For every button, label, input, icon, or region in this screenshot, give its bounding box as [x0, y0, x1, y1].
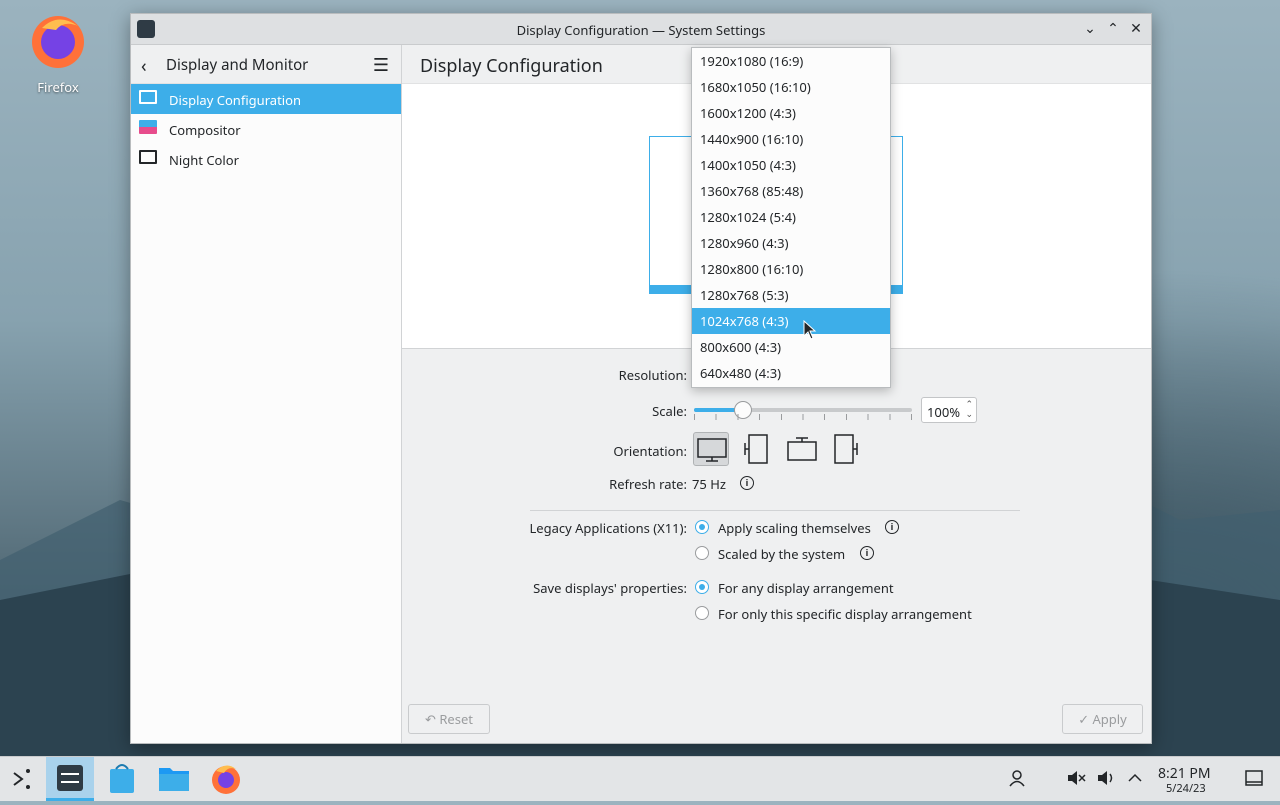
resolution-option[interactable]: 1600x1200 (4:3)	[692, 100, 890, 126]
audio-muted-icon[interactable]	[1066, 769, 1086, 792]
page-title: Display Configuration	[420, 54, 603, 78]
taskbar-discover[interactable]	[98, 757, 146, 801]
legacy-apps-label: Legacy Applications (X11):	[529, 519, 687, 537]
save-option-label: For any display arrangement	[718, 579, 894, 597]
user-icon[interactable]	[1008, 769, 1026, 792]
taskbar	[0, 756, 1280, 801]
window-title: Display Configuration — System Settings	[516, 21, 766, 39]
resolution-option[interactable]: 1440x900 (16:10)	[692, 126, 890, 152]
sidebar: ‹ Display and Monitor ☰ Display Configur…	[131, 45, 402, 743]
scale-label: Scale:	[652, 402, 687, 420]
reset-label: Reset	[439, 710, 473, 728]
refresh-info-icon[interactable]: i	[740, 476, 754, 490]
resolution-option[interactable]: 1680x1050 (16:10)	[692, 74, 890, 100]
firefox-icon	[32, 16, 84, 68]
resolution-label: Resolution:	[618, 366, 687, 384]
launcher-icon	[13, 769, 30, 789]
compositor-icon	[139, 120, 157, 134]
desktop-firefox-shortcut[interactable]: Firefox	[22, 10, 94, 96]
scale-slider-ticks	[694, 414, 912, 420]
save-any-arrangement-radio[interactable]	[695, 580, 709, 594]
system-settings-icon	[57, 765, 83, 791]
apply-button[interactable]: ✓ Apply	[1062, 704, 1143, 734]
reset-button[interactable]: ↶ Reset	[408, 704, 490, 734]
sidebar-item-display-configuration[interactable]: Display Configuration	[131, 84, 401, 114]
night-color-monitor-icon	[139, 150, 157, 164]
discover-store-icon	[110, 764, 134, 793]
sidebar-item-compositor[interactable]: Compositor	[131, 114, 401, 144]
system-tray-expand-icon[interactable]	[1127, 769, 1143, 792]
check-icon: ✓	[1078, 710, 1090, 728]
taskbar-system-settings[interactable]	[46, 757, 94, 801]
resolution-option[interactable]: 1400x1050 (4:3)	[692, 152, 890, 178]
refresh-rate-value: 75 Hz	[692, 475, 726, 493]
flipped-monitor-icon	[787, 437, 817, 461]
show-desktop-icon[interactable]	[1245, 769, 1263, 792]
legacy-option2-info-icon[interactable]: i	[860, 546, 874, 560]
hamburger-menu-icon[interactable]: ☰	[373, 53, 389, 77]
monitor-icon	[139, 90, 157, 104]
save-specific-arrangement-radio[interactable]	[695, 606, 709, 620]
firefox-icon	[212, 765, 240, 794]
sidebar-item-label: Compositor	[169, 121, 241, 139]
clock-date[interactable]: 5/24/23	[1166, 781, 1206, 796]
landscape-monitor-icon	[697, 438, 727, 462]
resolution-option[interactable]: 1280x768 (5:3)	[692, 282, 890, 308]
sidebar-item-label: Night Color	[169, 151, 240, 169]
legacy-scaled-by-system-radio[interactable]	[695, 546, 709, 560]
sidebar-item-label: Display Configuration	[169, 91, 302, 109]
orientation-flipped-button[interactable]	[784, 432, 820, 466]
portrait-left-monitor-icon	[744, 434, 768, 464]
folder-icon	[159, 768, 189, 791]
resolution-option[interactable]: 1280x800 (16:10)	[692, 256, 890, 282]
mouse-cursor-icon	[803, 320, 817, 340]
scale-spinbox[interactable]: 100% ⌃ ⌄	[921, 397, 977, 423]
resolution-option[interactable]: 1280x960 (4:3)	[692, 230, 890, 256]
volume-icon[interactable]	[1096, 769, 1116, 792]
scale-value: 100%	[927, 403, 961, 421]
orientation-portrait-left-button[interactable]	[739, 432, 775, 466]
back-arrow-icon[interactable]: ‹	[141, 54, 147, 78]
maximize-icon[interactable]: ⌃	[1104, 20, 1122, 38]
save-displays-label: Save displays' properties:	[533, 579, 687, 597]
sidebar-title: Display and Monitor	[166, 55, 309, 75]
close-icon[interactable]: ✕	[1127, 20, 1145, 38]
resolution-dropdown[interactable]: 1920x1080 (16:9) 1680x1050 (16:10) 1600x12…	[691, 47, 891, 388]
scale-slider[interactable]	[694, 401, 912, 419]
taskbar-file-manager[interactable]	[150, 757, 198, 801]
sidebar-item-night-color[interactable]: Night Color	[131, 144, 401, 174]
section-divider	[530, 510, 1020, 511]
resolution-option[interactable]: 1280x1024 (5:4)	[692, 204, 890, 230]
reset-icon: ↶	[425, 710, 436, 728]
window-titlebar[interactable]: Display Configuration — System Settings …	[131, 14, 1151, 45]
legacy-option-label: Apply scaling themselves	[718, 519, 871, 537]
taskbar-firefox[interactable]	[202, 757, 250, 801]
desktop-icon-label: Firefox	[37, 78, 79, 96]
legacy-apply-scaling-radio[interactable]	[695, 520, 709, 534]
orientation-portrait-right-button[interactable]	[829, 432, 865, 466]
orientation-label: Orientation:	[613, 442, 687, 460]
refresh-rate-label: Refresh rate:	[609, 475, 687, 493]
apply-label: Apply	[1092, 710, 1127, 728]
portrait-right-monitor-icon	[834, 434, 858, 464]
minimize-icon[interactable]: ⌄	[1081, 20, 1099, 38]
legacy-option-label: Scaled by the system	[718, 545, 846, 563]
application-launcher-button[interactable]	[0, 757, 48, 801]
legacy-option1-info-icon[interactable]: i	[885, 520, 899, 534]
orientation-landscape-button[interactable]	[693, 432, 729, 466]
save-option-label: For only this specific display arrangeme…	[718, 605, 972, 623]
spin-arrows-icon[interactable]: ⌃ ⌄	[965, 399, 973, 419]
resolution-option[interactable]: 1360x768 (85:48)	[692, 178, 890, 204]
resolution-option[interactable]: 800x600 (4:3)	[692, 334, 890, 360]
sidebar-header: ‹ Display and Monitor ☰	[131, 45, 401, 84]
resolution-option[interactable]: 640x480 (4:3)	[692, 360, 890, 386]
resolution-option[interactable]: 1920x1080 (16:9)	[692, 48, 890, 74]
resolution-option[interactable]: 1024x768 (4:3)	[692, 308, 890, 334]
